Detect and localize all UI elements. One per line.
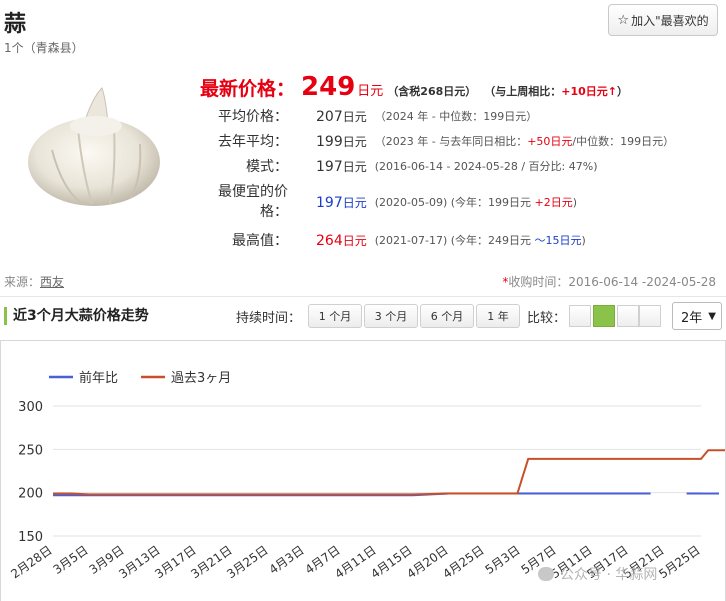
series-line xyxy=(53,449,725,496)
x-tick-label: 5月25日 xyxy=(656,543,702,581)
source-label: 来源： xyxy=(4,275,41,289)
compare-toggle-4[interactable] xyxy=(639,305,661,327)
duration-3-month-button[interactable]: 3 个月 xyxy=(364,304,418,328)
duration-label: 持续时间： xyxy=(236,311,302,326)
average-price-row: 平均价格： 207日元 （2024 年 - 中位数：199日元） xyxy=(200,106,720,126)
latest-price: 最新价格： 249 日元 （含税268日元） （与上周相比：+10日元↑） xyxy=(200,72,628,102)
star-outline-icon: ☆ xyxy=(617,12,630,28)
legend-label: 過去3ヶ月 xyxy=(171,371,231,386)
watermark-text: 公众号 · 华蒜网 xyxy=(560,567,658,583)
compare-label: 比较： xyxy=(527,311,567,326)
y-tick-label: 150 xyxy=(18,530,43,545)
compare-toggle-3[interactable] xyxy=(617,305,639,327)
x-tick-label: 3月5日 xyxy=(51,543,91,577)
add-favorite-label: 加入"最喜欢的 xyxy=(631,13,709,28)
last-year-average-label: 去年平均： xyxy=(218,134,288,150)
y-tick-label: 300 xyxy=(18,400,43,415)
latest-price-label: 最新价格： xyxy=(200,78,296,100)
cheapest-price-label: 最便宜的价 格： xyxy=(218,184,288,220)
duration-1-month-button[interactable]: 1 个月 xyxy=(308,304,362,328)
cheapest-price-value: 197日元 xyxy=(316,194,367,211)
period-text: 收购时间：2016-06-14 -2024-05-28 xyxy=(508,275,716,289)
collection-period: *收购时间：2016-06-14 -2024-05-28 xyxy=(502,273,716,290)
highest-price-value: 264日元 xyxy=(316,232,367,249)
add-favorite-button[interactable]: ☆ 加入"最喜欢的 xyxy=(608,4,718,36)
cheapest-price-note: (2020-05-09) (今年：199日元 +2日元) xyxy=(374,196,578,209)
y-tick-label: 250 xyxy=(18,443,43,458)
compare-toggle-2[interactable] xyxy=(593,305,615,327)
latest-price-value: 249 xyxy=(301,72,356,102)
duration-6-month-button[interactable]: 6 个月 xyxy=(420,304,474,328)
last-year-average-note: （2023 年 - 与去年同日相比：+50日元/中位数：199日元） xyxy=(374,135,675,148)
divider xyxy=(0,296,726,297)
duration-1-year-button[interactable]: 1 年 xyxy=(476,304,520,328)
section-title: 近3个月大蒜价格走势 xyxy=(4,307,149,325)
latest-price-tax: （含税268日元） xyxy=(387,85,477,98)
last-year-average-value: 199日元 xyxy=(316,133,367,150)
weekly-comparison-label: （与上周相比： xyxy=(484,85,562,98)
highest-price-note: (2021-07-17) (今年：249日元 ～15日元) xyxy=(374,234,586,247)
latest-price-unit: 日元 xyxy=(357,84,384,99)
page-title: 蒜 xyxy=(4,12,27,37)
source: 来源：西友 xyxy=(4,273,64,290)
garlic-image xyxy=(28,87,160,206)
mode-note: (2016-06-14 - 2024-05-28 / 百分比: 47%) xyxy=(374,160,598,173)
average-price-note: （2024 年 - 中位数：199日元） xyxy=(374,110,538,123)
weekly-comparison-value: +10日元↑ xyxy=(561,85,618,98)
wechat-icon xyxy=(538,567,554,581)
x-tick-label: 2月28日 xyxy=(8,543,54,581)
product-subtitle: 1个（青森县） xyxy=(4,41,84,55)
watermark: 公众号 · 华蒜网 xyxy=(538,564,657,584)
compare-toggle-1[interactable] xyxy=(569,305,591,327)
mode-value: 197日元 xyxy=(316,158,367,175)
average-price-label: 平均价格： xyxy=(218,109,288,125)
last-year-average-row: 去年平均： 199日元 （2023 年 - 与去年同日相比：+50日元/中位数：… xyxy=(200,131,720,151)
x-tick-label: 5月3日 xyxy=(483,543,523,577)
y-tick-label: 200 xyxy=(18,487,43,502)
price-chart-svg: 1502002503002月28日3月5日3月9日3月13日3月17日3月21日… xyxy=(8,370,725,581)
mode-label: 模式： xyxy=(246,159,288,175)
x-tick-label: 4月25日 xyxy=(440,543,486,581)
chevron-down-icon: ▼ xyxy=(708,310,716,322)
x-tick-label: 3月25日 xyxy=(224,543,270,581)
average-price-value: 207日元 xyxy=(316,108,367,125)
source-link[interactable]: 西友 xyxy=(40,275,64,289)
year-select-value: 2年 xyxy=(681,310,703,326)
x-tick-label: 4月3日 xyxy=(267,543,307,577)
highest-price-row: 最高值： 264日元 (2021-07-17) (今年：249日元 ～15日元) xyxy=(200,230,720,250)
mode-row: 模式： 197日元 (2016-06-14 - 2024-05-28 / 百分比… xyxy=(200,156,720,176)
year-select[interactable]: 2年 ▼ xyxy=(672,302,722,330)
highest-price-label: 最高值： xyxy=(232,233,288,249)
price-chart: 150 200 250 300 2月28日 3月5日 3月9日 3月13日 3月17日 3月21日… xyxy=(0,340,726,601)
legend-label: 前年比 xyxy=(79,370,118,386)
cheapest-price-row: 最便宜的价 格： 197日元 (2020-05-09) (今年：199日元 +2日… xyxy=(200,182,720,222)
weekly-comparison-close: ） xyxy=(617,85,629,98)
weekly-comparison: （与上周相比：+10日元↑） xyxy=(484,83,628,99)
